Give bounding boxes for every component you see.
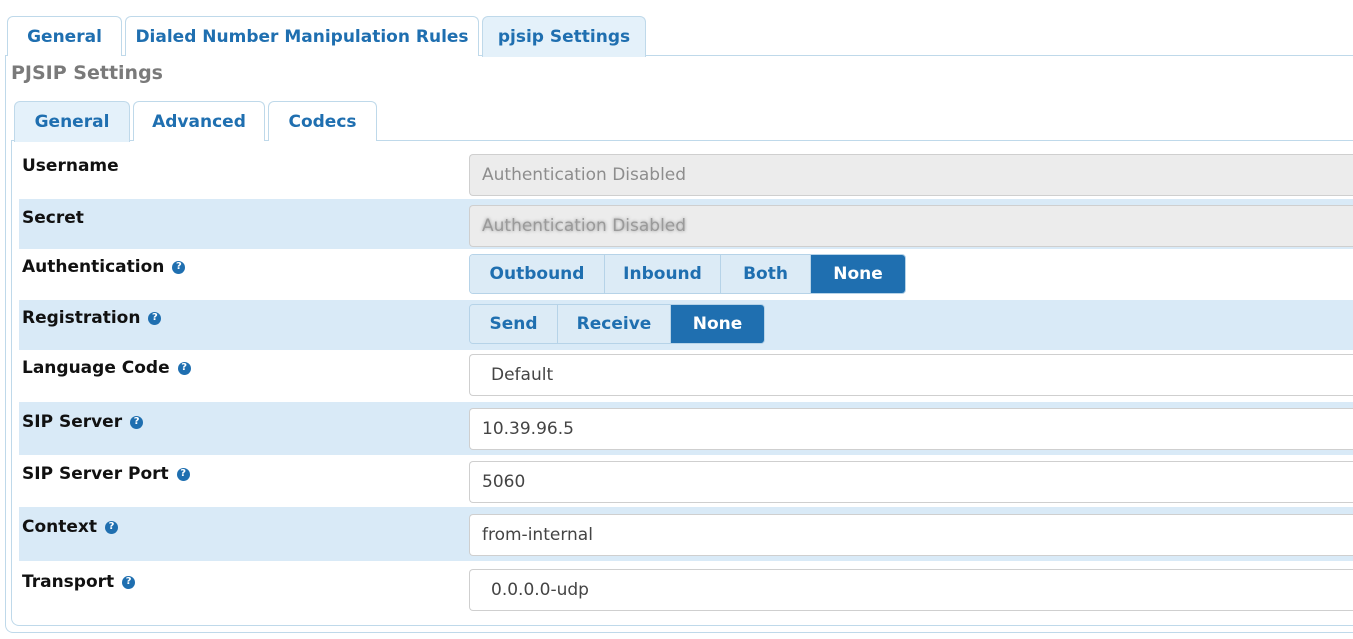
authentication-outbound-button[interactable]: Outbound: [470, 255, 605, 293]
language-code-select[interactable]: Default: [469, 354, 1353, 396]
context-label: Context ?: [22, 517, 119, 537]
transport-select[interactable]: 0.0.0.0-udp: [469, 569, 1353, 611]
secret-field[interactable]: Authentication Disabled: [469, 205, 1353, 247]
sip-server-port-label: SIP Server Port ?: [22, 464, 190, 484]
row-sip-server-port: SIP Server Port ? 5060: [19, 455, 1353, 507]
row-secret: Secret Authentication Disabled: [19, 199, 1353, 249]
language-code-label: Language Code ?: [22, 358, 191, 378]
registration-label-text: Registration: [22, 308, 141, 328]
row-context: Context ? from-internal: [19, 507, 1353, 561]
transport-label-text: Transport: [22, 572, 115, 592]
row-language-code: Language Code ? Default: [19, 350, 1353, 402]
help-icon[interactable]: ?: [130, 415, 144, 429]
secret-label-text: Secret: [22, 208, 84, 228]
help-icon[interactable]: ?: [172, 260, 186, 274]
row-username: Username Authentication Disabled: [19, 147, 1353, 199]
inner-tab-bar: General Advanced Codecs: [11, 100, 1353, 142]
context-label-text: Context: [22, 517, 98, 537]
context-input[interactable]: from-internal: [469, 514, 1353, 556]
username-label: Username: [22, 156, 119, 176]
sip-server-input[interactable]: 10.39.96.5: [469, 408, 1353, 450]
authentication-both-button[interactable]: Both: [721, 255, 811, 293]
row-authentication: Authentication ? Outbound Inbound Both N…: [19, 249, 1353, 300]
authentication-button-group: Outbound Inbound Both None: [469, 254, 906, 294]
help-icon[interactable]: ?: [177, 361, 191, 375]
username-label-text: Username: [22, 156, 119, 176]
secret-label: Secret: [22, 208, 84, 228]
registration-label: Registration ?: [22, 308, 162, 328]
registration-button-group: Send Receive None: [469, 304, 765, 344]
help-icon[interactable]: ?: [176, 467, 190, 481]
registration-receive-button[interactable]: Receive: [558, 305, 671, 343]
tab-general[interactable]: General: [7, 16, 122, 56]
subtab-general[interactable]: General: [14, 101, 130, 142]
tab-dialed-number-manipulation-rules[interactable]: Dialed Number Manipulation Rules: [125, 16, 479, 56]
authentication-none-button[interactable]: None: [811, 255, 905, 293]
transport-label: Transport ?: [22, 572, 136, 592]
help-icon[interactable]: ?: [122, 575, 136, 589]
registration-none-button[interactable]: None: [671, 305, 764, 343]
sip-server-label-text: SIP Server: [22, 412, 123, 432]
subtab-advanced[interactable]: Advanced: [133, 101, 265, 141]
registration-send-button[interactable]: Send: [470, 305, 558, 343]
authentication-label-text: Authentication: [22, 257, 165, 277]
help-icon[interactable]: ?: [148, 311, 162, 325]
subtab-codecs[interactable]: Codecs: [268, 101, 377, 141]
row-transport: Transport ? 0.0.0.0-udp: [19, 561, 1353, 621]
row-registration: Registration ? Send Receive None: [19, 300, 1353, 350]
authentication-label: Authentication ?: [22, 257, 186, 277]
authentication-inbound-button[interactable]: Inbound: [605, 255, 721, 293]
sip-server-port-input[interactable]: 5060: [469, 461, 1353, 503]
outer-tab-bar: General Dialed Number Manipulation Rules…: [0, 0, 1353, 57]
row-sip-server: SIP Server ? 10.39.96.5: [19, 402, 1353, 455]
sip-server-label: SIP Server ?: [22, 412, 144, 432]
username-field[interactable]: Authentication Disabled: [469, 154, 1353, 196]
section-title: PJSIP Settings: [11, 62, 163, 84]
tab-pjsip-settings[interactable]: pjsip Settings: [482, 16, 646, 57]
language-code-label-text: Language Code: [22, 358, 170, 378]
help-icon[interactable]: ?: [105, 520, 119, 534]
sip-server-port-label-text: SIP Server Port: [22, 464, 169, 484]
